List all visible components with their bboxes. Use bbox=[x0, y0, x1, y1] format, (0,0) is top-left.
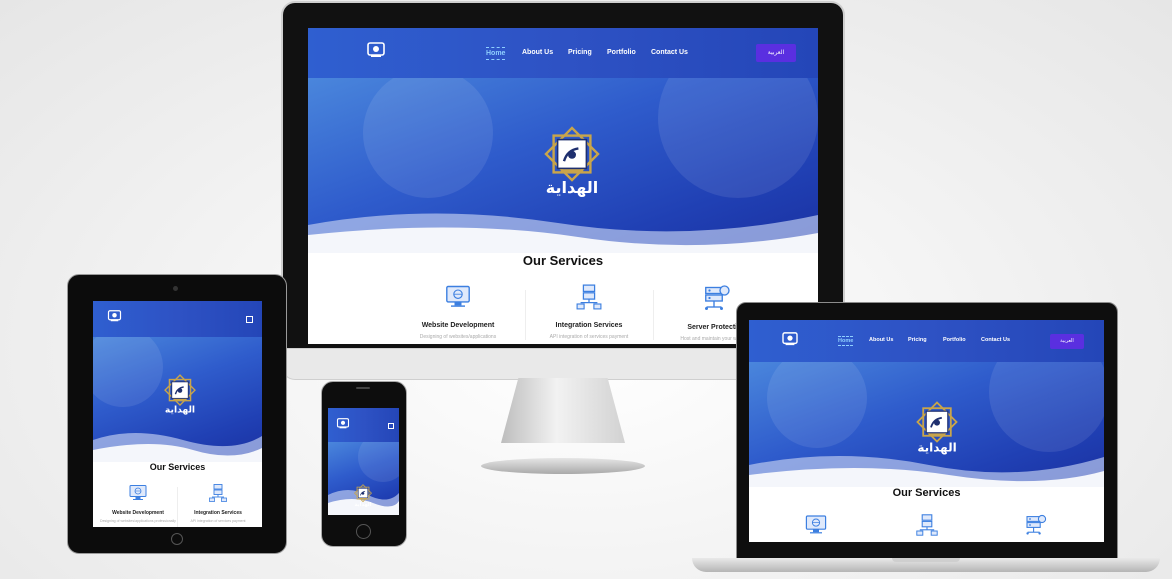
phone-device bbox=[321, 381, 407, 547]
service-name: Website Development bbox=[421, 322, 495, 329]
hero-bubble bbox=[93, 337, 163, 407]
hero-bubble bbox=[363, 78, 493, 198]
laptop-hero bbox=[749, 362, 1104, 487]
phone-navbar bbox=[328, 408, 399, 442]
monitor-globe-icon bbox=[444, 283, 472, 311]
nav-link-pricing[interactable]: Pricing bbox=[568, 49, 592, 56]
nav-link-contact-us[interactable]: Contact Us bbox=[981, 337, 1010, 343]
tablet-home-button[interactable] bbox=[171, 533, 183, 545]
monitor-globe-icon[interactable] bbox=[804, 513, 828, 537]
navbar-logo-icon[interactable] bbox=[781, 332, 799, 346]
monitor-stand-base bbox=[481, 458, 645, 474]
hero-bubble bbox=[358, 442, 399, 482]
service-divider bbox=[177, 487, 178, 527]
nav-link-portfolio[interactable]: Portfolio bbox=[943, 337, 966, 343]
navbar-logo-icon[interactable] bbox=[366, 42, 386, 58]
laptop-screen: Home About Us Pricing Portfolio Contact … bbox=[749, 320, 1104, 542]
desktop-screen: Home About Us Pricing Portfolio Contact … bbox=[308, 28, 818, 344]
services-title: Our Services bbox=[149, 462, 206, 472]
tablet-camera bbox=[173, 286, 178, 291]
monitor-globe-icon bbox=[128, 483, 148, 503]
service-card-integration-services[interactable]: Integration Services API integration of … bbox=[179, 483, 257, 523]
tablet-navbar bbox=[93, 301, 262, 337]
service-card-website-development[interactable]: Website Development Designing of website… bbox=[99, 483, 177, 523]
services-title: Our Services bbox=[892, 487, 961, 499]
language-button[interactable]: العربية bbox=[756, 44, 796, 62]
nav-link-portfolio[interactable]: Portfolio bbox=[607, 49, 636, 56]
laptop-device: Home About Us Pricing Portfolio Contact … bbox=[692, 302, 1164, 579]
hero-logo-icon bbox=[532, 126, 612, 206]
service-card-website-development[interactable]: Website Development Designing of website… bbox=[393, 283, 523, 340]
laptop-navbar: Home About Us Pricing Portfolio Contact … bbox=[749, 320, 1104, 362]
network-servers-icon bbox=[575, 283, 603, 311]
service-name: Integration Services bbox=[194, 510, 242, 516]
tablet-device: Our Services Website Development Designi… bbox=[67, 274, 287, 554]
service-card-integration-services[interactable]: Integration Services API integration of … bbox=[525, 283, 653, 340]
hero-bubble bbox=[767, 362, 867, 448]
monitor-stand bbox=[501, 378, 625, 443]
tablet-hero bbox=[93, 337, 262, 462]
server-gear-icon[interactable] bbox=[1024, 513, 1048, 537]
menu-icon[interactable] bbox=[388, 423, 394, 429]
laptop-notch bbox=[892, 558, 960, 562]
phone-home-button[interactable] bbox=[356, 524, 371, 539]
hero-logo-icon bbox=[157, 369, 203, 425]
services-title: Our Services bbox=[522, 253, 604, 268]
desktop-navbar: Home About Us Pricing Portfolio Contact … bbox=[308, 28, 818, 78]
hero-bubble bbox=[658, 78, 818, 198]
tablet-screen: Our Services Website Development Designi… bbox=[93, 301, 262, 527]
phone-speaker bbox=[356, 387, 370, 389]
language-button[interactable]: العربية bbox=[1050, 334, 1084, 349]
service-name: Integration Services bbox=[555, 322, 623, 329]
navbar-logo-icon[interactable] bbox=[107, 310, 122, 322]
network-servers-icon bbox=[208, 483, 228, 503]
service-name: Website Development bbox=[112, 510, 164, 516]
nav-link-home[interactable]: Home bbox=[838, 336, 854, 346]
menu-icon[interactable] bbox=[246, 316, 253, 323]
phone-hero bbox=[328, 442, 399, 515]
hero-wave bbox=[93, 433, 262, 462]
nav-link-about-us[interactable]: About Us bbox=[522, 49, 553, 56]
nav-link-home[interactable]: Home bbox=[486, 47, 506, 60]
hero-bubble bbox=[989, 362, 1104, 452]
service-description: Designing of websites/applications bbox=[419, 334, 497, 340]
navbar-logo-icon[interactable] bbox=[336, 418, 350, 429]
service-description: API integration of services payment bbox=[190, 519, 246, 523]
nav-link-contact-us[interactable]: Contact Us bbox=[651, 49, 688, 56]
hero-wave bbox=[749, 456, 1104, 487]
network-servers-icon[interactable] bbox=[915, 513, 939, 537]
hero-wave bbox=[308, 213, 818, 253]
nav-link-about-us[interactable]: About Us bbox=[869, 337, 893, 343]
service-description: Designing of websites/applications profe… bbox=[100, 519, 176, 523]
desktop-hero bbox=[308, 78, 818, 253]
service-description: API integration of services payment bbox=[549, 334, 629, 340]
hero-logo-icon bbox=[350, 482, 376, 512]
nav-link-pricing[interactable]: Pricing bbox=[908, 337, 927, 343]
phone-screen bbox=[328, 408, 399, 515]
